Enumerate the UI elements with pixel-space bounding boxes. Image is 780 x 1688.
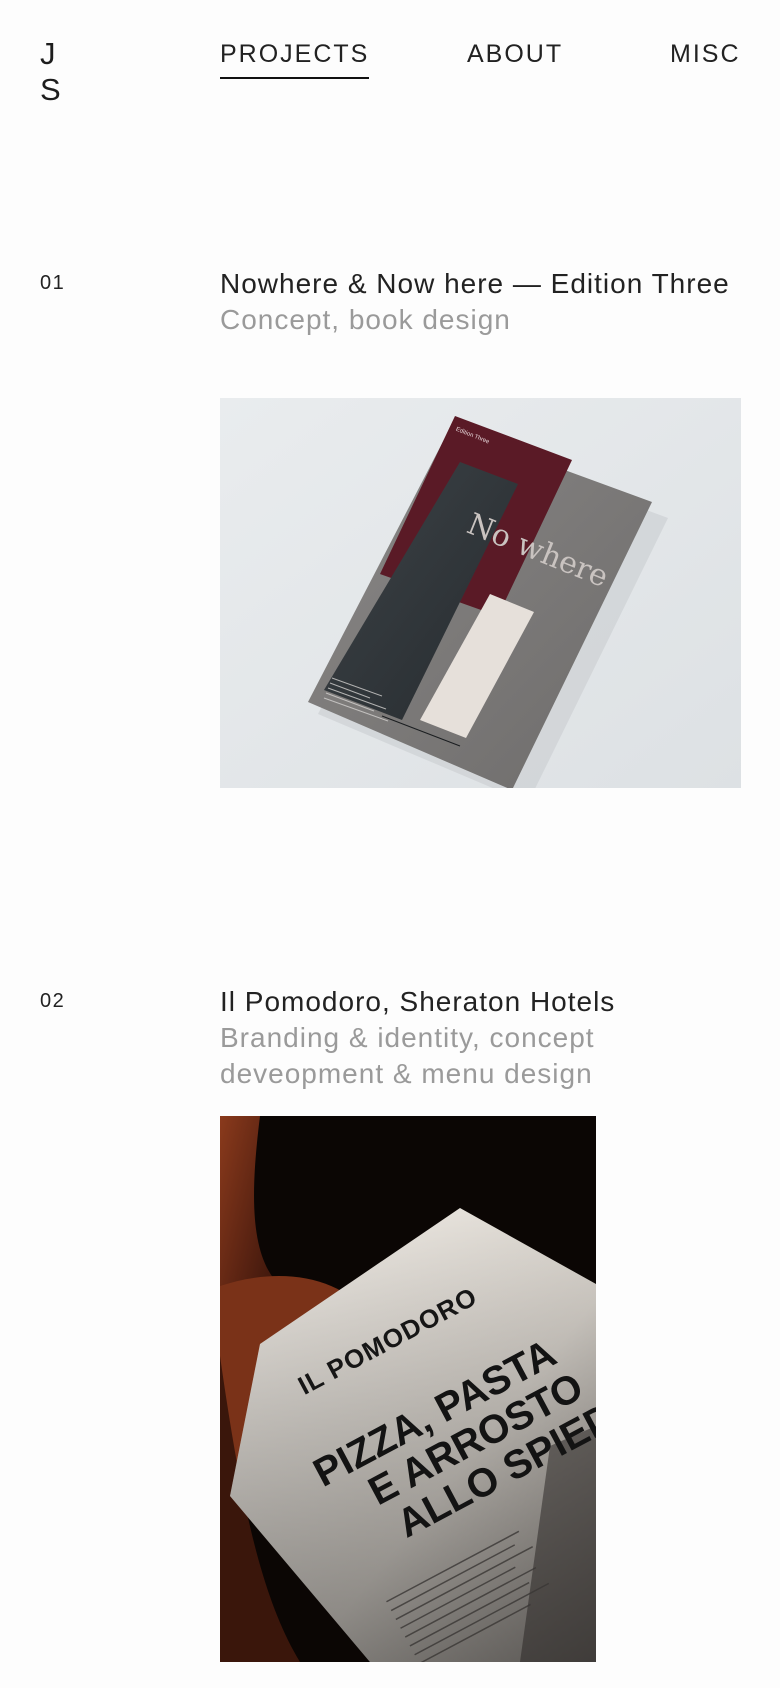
main-nav: PROJECTS ABOUT MISC xyxy=(0,38,780,82)
project-title[interactable]: Il Pomodoro, Sheraton Hotels xyxy=(220,984,740,1020)
project-subtitle: Branding & identity, concept deveopment … xyxy=(220,1022,595,1089)
book-mockup-image: No where Edition Three xyxy=(220,398,741,788)
project-thumbnail[interactable]: No where Edition Three xyxy=(220,398,741,788)
project-text: Nowhere & Now here — Edition Three Conce… xyxy=(220,266,740,338)
project-text: Il Pomodoro, Sheraton Hotels Branding & … xyxy=(220,984,740,1092)
project-title[interactable]: Nowhere & Now here — Edition Three xyxy=(220,266,740,302)
project-number: 01 xyxy=(40,272,66,294)
project-number: 02 xyxy=(40,990,66,1012)
nav-misc-link[interactable]: MISC xyxy=(670,38,741,70)
project-thumbnail[interactable]: IL POMODORO PIZZA, PASTA E ARROSTO ALLO … xyxy=(220,1116,596,1662)
project-subtitle: Concept, book design xyxy=(220,304,511,335)
nav-about-link[interactable]: ABOUT xyxy=(467,38,563,70)
menu-mockup-image: IL POMODORO PIZZA, PASTA E ARROSTO ALLO … xyxy=(220,1116,596,1662)
nav-projects-link[interactable]: PROJECTS xyxy=(220,38,370,79)
